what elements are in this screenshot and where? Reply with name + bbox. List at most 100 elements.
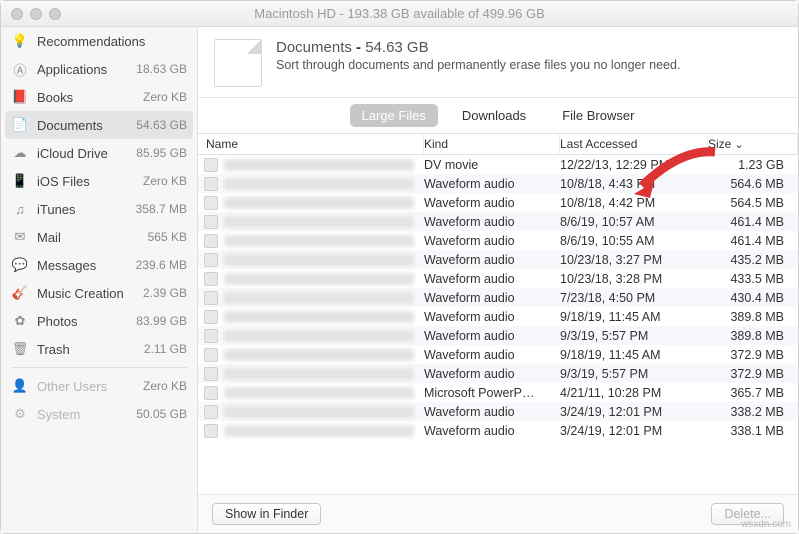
tab-downloads[interactable]: Downloads bbox=[450, 104, 538, 127]
table-row[interactable]: Waveform audio3/24/19, 12:01 PM338.1 MB bbox=[198, 421, 798, 440]
table-header: Name Kind Last Accessed Size bbox=[198, 133, 798, 155]
file-name-redacted bbox=[224, 330, 414, 342]
chat-icon: 💬 bbox=[11, 256, 29, 274]
table-row[interactable]: Waveform audio10/8/18, 4:42 PM564.5 MB bbox=[198, 193, 798, 212]
file-icon bbox=[204, 177, 218, 191]
file-name-redacted bbox=[224, 254, 414, 266]
cell-date: 9/3/19, 5:57 PM bbox=[560, 367, 708, 381]
column-name[interactable]: Name bbox=[198, 134, 424, 154]
cell-date: 10/8/18, 4:42 PM bbox=[560, 196, 708, 210]
sidebar-item-ios-files[interactable]: 📱iOS FilesZero KB bbox=[1, 167, 197, 195]
cell-size: 365.7 MB bbox=[708, 386, 798, 400]
sidebar-item-music-creation[interactable]: 🎸Music Creation2.39 GB bbox=[1, 279, 197, 307]
column-size[interactable]: Size bbox=[708, 134, 798, 154]
cell-kind: Waveform audio bbox=[424, 329, 560, 343]
show-in-finder-button[interactable]: Show in Finder bbox=[212, 503, 321, 525]
category-title: Documents - 54.63 GB bbox=[276, 39, 680, 56]
cell-date: 12/22/13, 12:29 PM bbox=[560, 158, 708, 172]
file-name-redacted bbox=[224, 178, 414, 190]
sidebar-item-other-users[interactable]: 👤Other UsersZero KB bbox=[1, 372, 197, 400]
table-row[interactable]: DV movie12/22/13, 12:29 PM1.23 GB bbox=[198, 155, 798, 174]
column-last-accessed[interactable]: Last Accessed bbox=[560, 134, 708, 154]
table-row[interactable]: Waveform audio9/3/19, 5:57 PM389.8 MB bbox=[198, 326, 798, 345]
tab-large-files[interactable]: Large Files bbox=[350, 104, 438, 127]
file-icon bbox=[204, 253, 218, 267]
cell-size: 338.1 MB bbox=[708, 424, 798, 438]
sidebar-item-value: 85.95 GB bbox=[136, 146, 187, 160]
titlebar: Macintosh HD - 193.38 GB available of 49… bbox=[1, 1, 798, 27]
cell-kind: Waveform audio bbox=[424, 253, 560, 267]
sidebar-item-system[interactable]: ⚙System50.05 GB bbox=[1, 400, 197, 428]
table-row[interactable]: Waveform audio9/3/19, 5:57 PM372.9 MB bbox=[198, 364, 798, 383]
user-icon: 👤 bbox=[11, 377, 29, 395]
file-icon bbox=[204, 424, 218, 438]
column-kind[interactable]: Kind bbox=[424, 134, 560, 154]
file-icon bbox=[204, 329, 218, 343]
sidebar-item-documents[interactable]: 📄Documents54.63 GB bbox=[5, 111, 193, 139]
table-row[interactable]: Waveform audio8/6/19, 10:55 AM461.4 MB bbox=[198, 231, 798, 250]
file-icon bbox=[204, 234, 218, 248]
sidebar-item-value: 239.6 MB bbox=[136, 258, 187, 272]
sidebar-item-photos[interactable]: ✿Photos83.99 GB bbox=[1, 307, 197, 335]
table-row[interactable]: Waveform audio10/23/18, 3:27 PM435.2 MB bbox=[198, 250, 798, 269]
file-icon bbox=[204, 291, 218, 305]
sidebar-item-label: Applications bbox=[37, 62, 128, 77]
file-name-redacted bbox=[224, 387, 414, 399]
cell-date: 10/23/18, 3:28 PM bbox=[560, 272, 708, 286]
cell-size: 1.23 GB bbox=[708, 158, 798, 172]
music-note-icon: ♫ bbox=[11, 200, 29, 218]
cell-size: 461.4 MB bbox=[708, 234, 798, 248]
cell-kind: DV movie bbox=[424, 158, 560, 172]
table-row[interactable]: Waveform audio9/18/19, 11:45 AM389.8 MB bbox=[198, 307, 798, 326]
tab-file-browser[interactable]: File Browser bbox=[550, 104, 646, 127]
cell-kind: Waveform audio bbox=[424, 405, 560, 419]
lightbulb-icon: 💡 bbox=[11, 32, 29, 50]
cell-size: 435.2 MB bbox=[708, 253, 798, 267]
sidebar-item-label: Recommendations bbox=[37, 34, 179, 49]
table-row[interactable]: Microsoft PowerP…4/21/11, 10:28 PM365.7 … bbox=[198, 383, 798, 402]
cell-size: 389.8 MB bbox=[708, 310, 798, 324]
sidebar-item-messages[interactable]: 💬Messages239.6 MB bbox=[1, 251, 197, 279]
sidebar-item-label: Trash bbox=[37, 342, 136, 357]
sidebar-item-label: System bbox=[37, 407, 128, 422]
sidebar-item-label: Mail bbox=[37, 230, 140, 245]
file-icon bbox=[204, 158, 218, 172]
device-icon: 📱 bbox=[11, 172, 29, 190]
file-icon bbox=[204, 196, 218, 210]
sidebar-item-books[interactable]: 📕BooksZero KB bbox=[1, 83, 197, 111]
cell-size: 430.4 MB bbox=[708, 291, 798, 305]
cell-size: 433.5 MB bbox=[708, 272, 798, 286]
sidebar-item-itunes[interactable]: ♫iTunes358.7 MB bbox=[1, 195, 197, 223]
table-row[interactable]: Waveform audio7/23/18, 4:50 PM430.4 MB bbox=[198, 288, 798, 307]
sidebar-item-trash[interactable]: 🗑Trash2.11 GB bbox=[1, 335, 197, 363]
cell-size: 461.4 MB bbox=[708, 215, 798, 229]
sidebar-item-recommendations[interactable]: 💡 Recommendations bbox=[1, 27, 197, 55]
category-header: Documents - 54.63 GB Sort through docume… bbox=[198, 27, 798, 98]
file-name-redacted bbox=[224, 292, 414, 304]
sidebar-item-mail[interactable]: ✉Mail565 KB bbox=[1, 223, 197, 251]
cell-date: 10/23/18, 3:27 PM bbox=[560, 253, 708, 267]
sidebar-item-value: 54.63 GB bbox=[136, 118, 187, 132]
table-row[interactable]: Waveform audio3/24/19, 12:01 PM338.2 MB bbox=[198, 402, 798, 421]
table-row[interactable]: Waveform audio9/18/19, 11:45 AM372.9 MB bbox=[198, 345, 798, 364]
cell-kind: Waveform audio bbox=[424, 424, 560, 438]
table-row[interactable]: Waveform audio8/6/19, 10:57 AM461.4 MB bbox=[198, 212, 798, 231]
view-tabs: Large Files Downloads File Browser bbox=[198, 98, 798, 133]
cell-size: 564.5 MB bbox=[708, 196, 798, 210]
sidebar-item-icloud-drive[interactable]: ☁iCloud Drive85.95 GB bbox=[1, 139, 197, 167]
cell-kind: Waveform audio bbox=[424, 215, 560, 229]
footer: Show in Finder Delete... bbox=[198, 494, 798, 533]
flower-icon: ✿ bbox=[11, 312, 29, 330]
sidebar-item-applications[interactable]: ⒶApplications18.63 GB bbox=[1, 55, 197, 83]
sidebar-item-label: iCloud Drive bbox=[37, 146, 128, 161]
cell-kind: Waveform audio bbox=[424, 272, 560, 286]
sidebar-item-label: Music Creation bbox=[37, 286, 135, 301]
file-name-redacted bbox=[224, 273, 414, 285]
file-name-redacted bbox=[224, 216, 414, 228]
table-row[interactable]: Waveform audio10/8/18, 4:43 PM564.6 MB bbox=[198, 174, 798, 193]
file-name-redacted bbox=[224, 349, 414, 361]
table-row[interactable]: Waveform audio10/23/18, 3:28 PM433.5 MB bbox=[198, 269, 798, 288]
file-name-redacted bbox=[224, 197, 414, 209]
cell-size: 372.9 MB bbox=[708, 367, 798, 381]
file-name-redacted bbox=[224, 368, 414, 380]
